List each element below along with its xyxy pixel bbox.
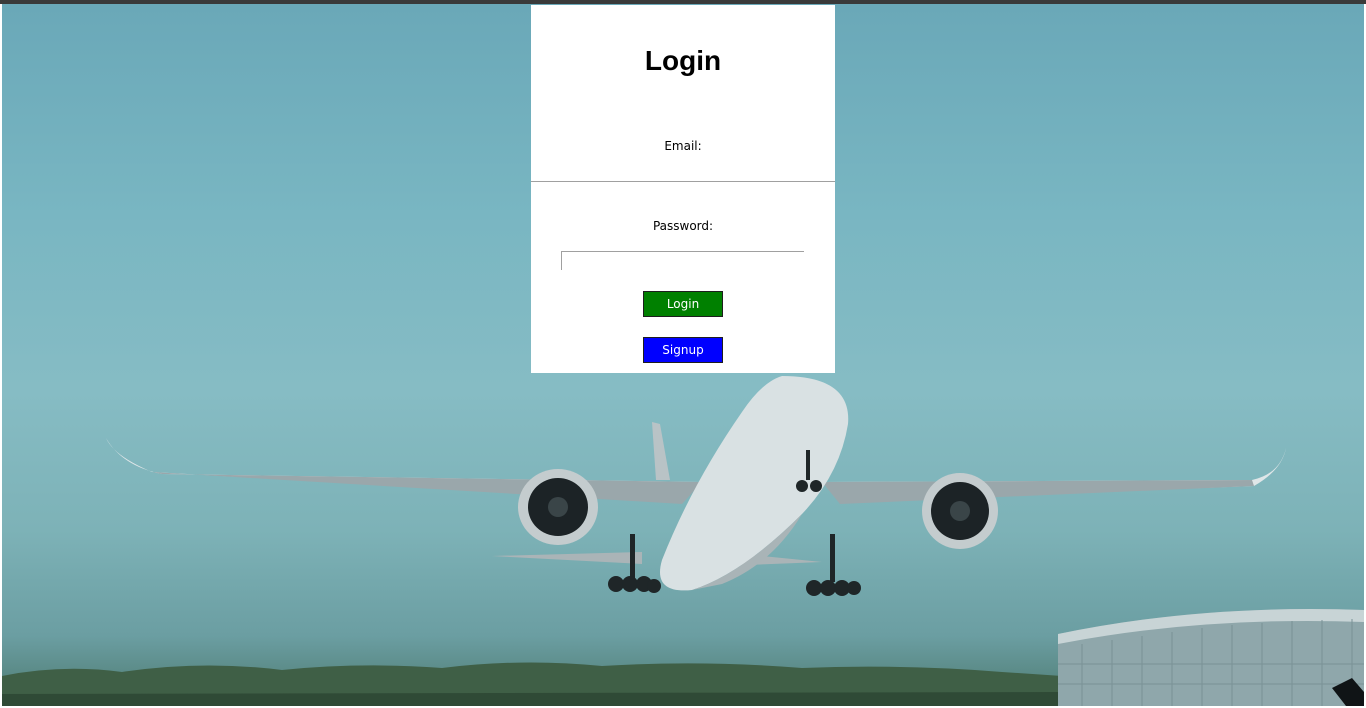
- email-field[interactable]: [531, 181, 835, 203]
- login-title: Login: [644, 45, 722, 76]
- signup-button[interactable]: Signup: [643, 337, 723, 363]
- password-field[interactable]: [561, 251, 804, 270]
- password-label: Password:: [652, 219, 714, 233]
- login-button[interactable]: Login: [643, 291, 723, 317]
- email-label: Email:: [664, 139, 702, 153]
- login-panel: Login Email: Password: Login Signup: [531, 5, 835, 373]
